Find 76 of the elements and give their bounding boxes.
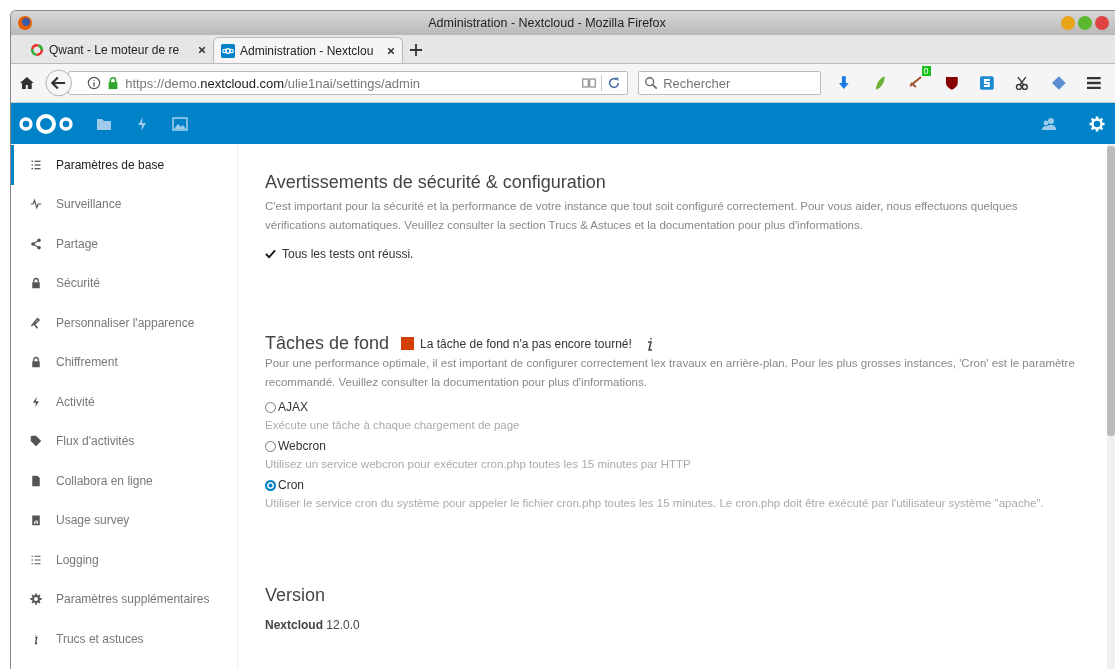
info-icon[interactable] [87,76,102,90]
sidebar-item[interactable]: Sécurité [11,263,237,303]
section-title: Tâches de fond [265,333,390,354]
ring-icon [30,43,44,57]
brush-icon [30,316,42,329]
settings-icon[interactable] [1089,115,1105,132]
option-label[interactable]: AJAX [278,400,308,414]
section-title: Avertissements de sécurité & configuration [265,172,607,193]
lock-icon [30,277,42,290]
list-icon [30,158,42,171]
sidebar-item[interactable]: Trucs et astuces [11,619,237,659]
close-icon[interactable] [387,46,395,55]
sidebar-item[interactable]: Logging [11,540,237,580]
close-button[interactable] [1095,16,1109,30]
warning-text: La tâche de fond n'a pas encore tourné! [420,336,632,351]
lock-icon [30,356,42,369]
sidebar-item[interactable]: Collabora en ligne [11,461,237,501]
s-square-icon[interactable] [979,75,995,91]
sidebar-item[interactable]: Chiffrement [11,342,237,382]
option-label[interactable]: Cron [278,478,304,492]
window-title: Administration - Nextcloud - Mozilla Firefox [427,16,667,30]
section-description: Pour une performance optimale, il est important de configurer correctement lex travaux en arrière-plan. Pour les plus grosses instances, 'Cron' est le paramètre recommandé. Veuillez consulter la documentation pour plus d'informations. [265,356,1076,390]
diamond-icon[interactable] [1050,75,1067,91]
browser-tab[interactable]: Qwant - Le moteur de re [23,37,213,63]
share-icon [30,237,42,250]
list-icon [30,553,42,566]
option-hint: Exécute une tâche à chaque chargement de page [265,419,521,431]
shield-icon[interactable] [943,75,960,91]
home-icon[interactable] [19,75,35,91]
users-icon[interactable] [1041,115,1057,132]
sidebar-item[interactable]: Surveillance [11,184,237,224]
sidebar-item[interactable]: Paramètres supplémentaires [11,579,237,619]
url-text: https://demo.nextcloud.com/ulie1nai/settings/admin [125,75,421,91]
browser-tab[interactable]: Administration - Nextclou [213,37,403,63]
sidebar-item[interactable]: Flux d'activités [11,421,237,461]
browser-logo-icon [17,15,33,31]
new-tab-icon[interactable] [409,43,423,57]
menu-icon[interactable] [1086,75,1102,91]
address-field[interactable]: https://demo.nextcloud.com/ulie1nai/settings/admin [68,71,629,95]
back-button[interactable] [44,69,73,97]
close-icon[interactable] [198,46,206,54]
section-description: C'est important pour la sécurité et la performance de votre instance que tout soit configuré correctement. Pour vous aider, nous effectuons quelques vérifications automatiques. Veuillez consulter la section Trucs & Astuces et la documentation pour plus d'informations. [265,199,1019,233]
option-hint: Utilisez un service webcron pour exécuter cron.php toutes les 15 minutes par HTTP [265,458,692,470]
status-square [401,337,415,350]
gear-icon [30,593,42,606]
scrollbar-thumb[interactable] [1107,146,1115,436]
search-icon [644,76,659,90]
version-text: Nextcloud 12.0.0 [265,618,361,632]
book-icon[interactable] [582,76,597,90]
image-icon[interactable] [172,115,188,132]
cloud-logo-icon[interactable] [18,111,74,136]
section-title: Version [265,585,327,606]
checkmark-icon [265,249,276,259]
status-text: Tous les tests ont réussi. [282,247,414,261]
scissors-icon[interactable] [1014,75,1031,91]
search-field[interactable]: Rechercher [638,71,822,95]
info-icon[interactable] [645,336,654,351]
tab-label: Qwant - Le moteur de re [49,43,181,57]
tag-icon [30,435,42,448]
radio-button[interactable] [265,479,276,491]
sidebar-item[interactable]: Partage [11,224,237,264]
clipboard-icon [30,514,42,527]
tool-icon[interactable] [907,73,924,89]
lightning-icon [30,395,42,408]
sidebar-item[interactable]: Activité [11,382,237,422]
option-hint: Utiliser le service cron du système pour appeler le fichier cron.php toutes les 15 minutes. Le cron.php doit être exécuté par l'utilisateur système "apache". [265,497,1045,509]
option-label[interactable]: Webcron [278,439,326,453]
count-badge: 0 [921,66,931,76]
cloud-logo-icon [221,43,235,58]
sidebar-item[interactable]: Personnaliser l'apparence [11,303,237,343]
tab-label: Administration - Nextclou [240,43,375,58]
pulse-icon [30,198,42,211]
document-icon [30,474,42,487]
reload-icon[interactable] [607,76,622,90]
sidebar-item[interactable]: Paramètres de base [11,145,237,185]
sidebar-item[interactable]: Usage survey [11,500,237,540]
